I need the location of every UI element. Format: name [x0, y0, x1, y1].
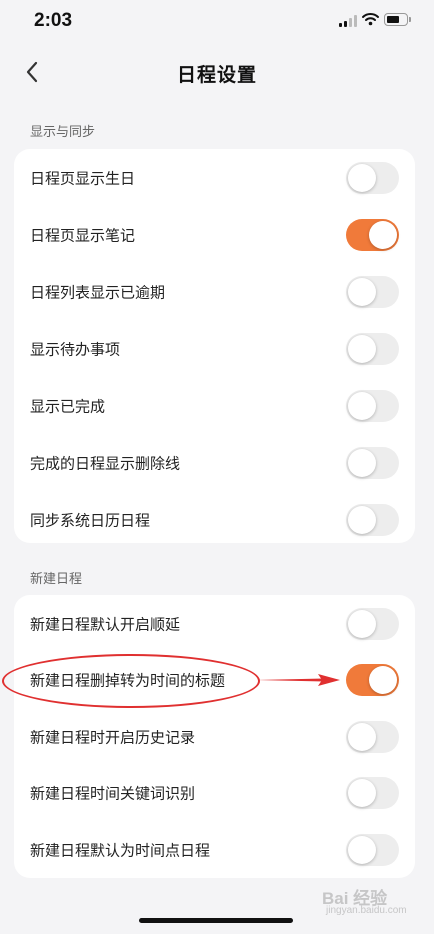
- setting-row[interactable]: 完成的日程显示删除线: [14, 434, 415, 491]
- setting-row[interactable]: 显示待办事项: [14, 320, 415, 377]
- setting-row[interactable]: 日程列表显示已逾期: [14, 263, 415, 320]
- settings-card-new-schedule: 新建日程默认开启顺延 新建日程删掉转为时间的标题 新建日程时开启历史记录 新建日…: [14, 595, 415, 878]
- toggle-switch[interactable]: [346, 503, 399, 536]
- setting-row[interactable]: 显示已完成: [14, 377, 415, 434]
- setting-label: 同步系统日历日程: [30, 511, 151, 529]
- toggle-switch[interactable]: [346, 218, 399, 251]
- status-time: 2:03: [34, 10, 73, 31]
- setting-row[interactable]: 日程页显示笔记: [14, 206, 415, 263]
- page-title: 日程设置: [176, 64, 257, 86]
- settings-card-display-sync: 日程页显示生日 日程页显示笔记 日程列表显示已逾期 显示待办事项 显示已完成 完…: [14, 149, 415, 543]
- annotation-arrow-icon: [256, 674, 340, 686]
- setting-label: 日程页显示笔记: [30, 226, 136, 244]
- toggle-switch[interactable]: [346, 161, 399, 194]
- setting-row[interactable]: 同步系统日历日程: [14, 491, 415, 548]
- toggle-switch[interactable]: [346, 332, 399, 365]
- section-header-display-sync: 显示与同步: [30, 125, 96, 140]
- toggle-switch[interactable]: [346, 833, 399, 866]
- toggle-switch[interactable]: [346, 607, 399, 640]
- setting-row[interactable]: 新建日程时间关键词识别: [14, 764, 415, 821]
- setting-label: 显示待办事项: [30, 340, 121, 358]
- watermark-url: jingyan.baidu.com: [326, 905, 407, 916]
- setting-label: 新建日程默认开启顺延: [30, 615, 181, 633]
- toggle-switch[interactable]: [346, 275, 399, 308]
- setting-row[interactable]: 新建日程时开启历史记录: [14, 708, 415, 765]
- setting-row[interactable]: 新建日程默认开启顺延: [14, 595, 415, 652]
- toggle-switch[interactable]: [346, 720, 399, 753]
- battery-icon: [384, 13, 411, 26]
- setting-label: 日程列表显示已逾期: [30, 283, 166, 301]
- setting-row[interactable]: 新建日程默认为时间点日程: [14, 821, 415, 878]
- setting-label: 显示已完成: [30, 397, 106, 415]
- annotation-ellipse: [2, 654, 260, 708]
- home-indicator: [139, 918, 293, 923]
- setting-label: 完成的日程显示删除线: [30, 454, 181, 472]
- setting-label: 新建日程时开启历史记录: [30, 728, 196, 746]
- setting-label: 新建日程时间关键词识别: [30, 784, 196, 802]
- setting-row[interactable]: 日程页显示生日: [14, 149, 415, 206]
- setting-label: 新建日程默认为时间点日程: [30, 841, 211, 859]
- setting-label: 日程页显示生日: [30, 169, 136, 187]
- toggle-switch[interactable]: [346, 446, 399, 479]
- signal-icon: [339, 15, 357, 27]
- wifi-icon: [362, 13, 379, 26]
- section-header-new-schedule: 新建日程: [30, 572, 83, 587]
- nav-bar: 日程设置: [0, 50, 434, 94]
- status-bar: 2:03: [0, 0, 434, 44]
- toggle-switch[interactable]: [346, 663, 399, 696]
- toggle-switch[interactable]: [346, 389, 399, 422]
- toggle-switch[interactable]: [346, 776, 399, 809]
